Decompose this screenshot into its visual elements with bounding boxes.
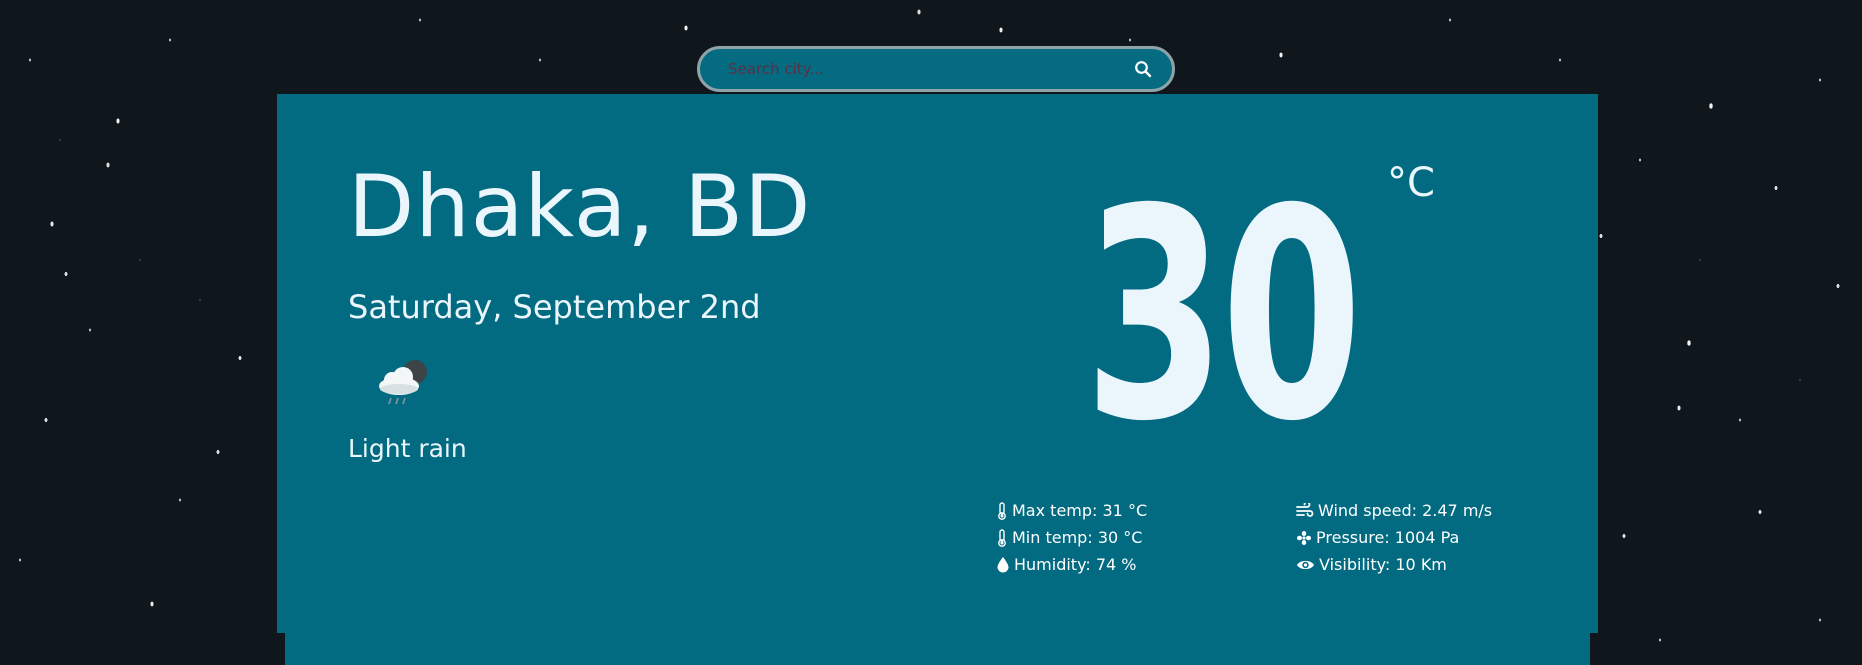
- card-corner-right: [1590, 633, 1598, 665]
- max-temp-text: Max temp: 31 °C: [1012, 501, 1148, 520]
- temperature-unit: °C: [1387, 160, 1435, 206]
- weather-details: Max temp: 31 °C Wind speed: 2.47 m/s Min…: [996, 500, 1556, 575]
- cloud-rain-night-icon: [369, 356, 431, 408]
- date-label: Saturday, September 2nd: [348, 288, 761, 326]
- min-temp-detail: Min temp: 30 °C: [996, 527, 1296, 548]
- visibility-text: Visibility: 10 Km: [1319, 555, 1447, 574]
- card-corner-left: [277, 633, 285, 665]
- pressure-text: Pressure: 1004 Pa: [1316, 528, 1460, 547]
- temperature-value: 30: [1084, 148, 1363, 485]
- eye-icon: [1297, 560, 1314, 569]
- pressure-detail: Pressure: 1004 Pa: [1296, 527, 1556, 548]
- humidity-detail: Humidity: 74 %: [996, 554, 1296, 575]
- wind-icon: [1296, 502, 1314, 517]
- min-temp-text: Min temp: 30 °C: [1012, 528, 1143, 547]
- humidity-text: Humidity: 74 %: [1014, 555, 1137, 574]
- droplet-icon: [997, 557, 1009, 573]
- search-bar: [697, 46, 1175, 92]
- wind-speed-detail: Wind speed: 2.47 m/s: [1296, 500, 1556, 521]
- visibility-detail: Visibility: 10 Km: [1296, 554, 1556, 575]
- fan-icon: [1297, 530, 1311, 545]
- search-input[interactable]: [726, 59, 1132, 79]
- max-temp-detail: Max temp: 31 °C: [996, 500, 1296, 521]
- weather-card: Dhaka, BD Saturday, September 2nd Light …: [277, 94, 1598, 665]
- thermometer-icon: [998, 528, 1006, 547]
- search-icon[interactable]: [1132, 58, 1154, 80]
- condition-label: Light rain: [348, 434, 467, 463]
- thermometer-icon: [998, 501, 1006, 520]
- city-name: Dhaka, BD: [348, 157, 812, 257]
- wind-speed-text: Wind speed: 2.47 m/s: [1318, 501, 1493, 520]
